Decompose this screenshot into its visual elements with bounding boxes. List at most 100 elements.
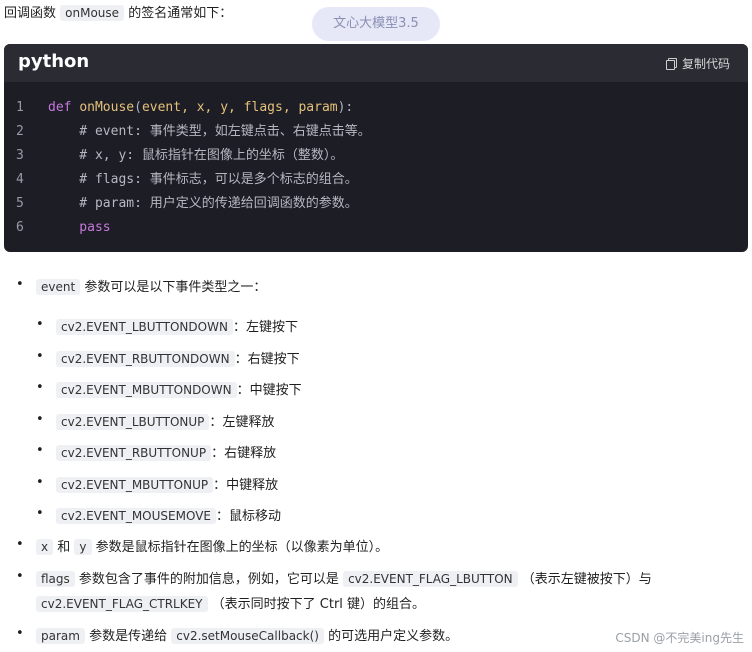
sub-bullet-dot: •	[36, 317, 44, 332]
event-desc: 中键按下	[249, 383, 302, 398]
bullet-dot: •	[16, 569, 24, 584]
bullet-dot: •	[16, 537, 24, 552]
sub-bullet-dot: •	[36, 380, 44, 395]
flags-bullet-line2: cv2.EVENT_FLAG_CTRLKEY （表示同时按下了 Ctrl 键）的…	[36, 593, 425, 612]
code-line: 2 # event: 事件类型，如左键点击、右键点击等。	[4, 120, 748, 144]
event-item: cv2.EVENT_RBUTTONUP ：右键释放	[56, 442, 276, 461]
event-desc: 左键释放	[222, 415, 275, 430]
xy-bullet: x 和 y 参数是鼠标指针在图像上的坐标（以像素为单位）。	[36, 536, 388, 555]
separator: ：	[234, 352, 248, 367]
sub-bullet-dot: •	[36, 506, 44, 521]
intro-suffix: 的签名通常如下：	[128, 6, 233, 21]
flags-text1: 参数包含了事件的附加信息，例如，它可以是	[78, 572, 339, 587]
code-block: python 复制代码 1 def onMouse(event, x, y, fl…	[4, 44, 748, 252]
watermark: CSDN @不完美ing先生	[615, 631, 744, 645]
event-item: cv2.EVENT_LBUTTONDOWN ：左键按下	[56, 316, 298, 335]
param-text2: 的可选用户定义参数。	[328, 629, 459, 644]
flag-ctrlkey-code: cv2.EVENT_FLAG_CTRLKEY	[36, 596, 208, 612]
event-type-code: cv2.EVENT_MBUTTONUP	[56, 477, 214, 493]
event-type-code: cv2.EVENT_MOUSEMOVE	[56, 508, 216, 524]
code-language: python	[18, 51, 90, 72]
and-text: 和	[57, 540, 71, 555]
line-number: 4	[16, 172, 24, 187]
code-content: # flags: 事件标志，可以是多个标志的组合。	[46, 168, 358, 192]
line-number: 3	[16, 148, 24, 163]
bullet-dot: •	[16, 277, 24, 292]
copy-label: 复制代码	[681, 57, 730, 71]
code-line: 5 # param: 用户定义的传递给回调函数的参数。	[4, 192, 748, 216]
param-bullet: param 参数是传递给 cv2.setMouseCallback() 的可选用…	[36, 625, 458, 644]
code-token: # x, y: 鼠标指针在图像上的坐标（整数）。	[48, 148, 344, 163]
y-code: y	[74, 539, 92, 555]
separator: ：	[232, 320, 246, 335]
x-code: x	[36, 539, 54, 555]
set-mouse-callback-code: cv2.setMouseCallback()	[171, 628, 324, 644]
event-item: cv2.EVENT_MOUSEMOVE ：鼠标移动	[56, 505, 281, 524]
code-token: ):	[337, 100, 354, 115]
flag-lbutton-code: cv2.EVENT_FLAG_LBUTTON	[343, 571, 518, 587]
event-desc: 右键按下	[247, 352, 300, 367]
event-type-code: cv2.EVENT_LBUTTONUP	[56, 414, 210, 430]
event-type-code: cv2.EVENT_RBUTTONDOWN	[56, 351, 235, 367]
code-line: 1 def onMouse(event, x, y, flags, param):	[4, 96, 748, 120]
bullet-dot: •	[16, 626, 24, 641]
event-item: cv2.EVENT_MBUTTONDOWN ：中键按下	[56, 379, 302, 398]
event-item: cv2.EVENT_RBUTTONDOWN ：右键按下	[56, 348, 300, 367]
code-token: pass	[48, 220, 111, 235]
code-line: 3 # x, y: 鼠标指针在图像上的坐标（整数）。	[4, 144, 748, 168]
event-bullet: event 参数可以是以下事件类型之一：	[36, 276, 266, 295]
param-text1: 参数是传递给	[89, 629, 168, 644]
event-desc: 右键释放	[224, 446, 277, 461]
sub-bullet-dot: •	[36, 412, 44, 427]
line-number: 6	[16, 220, 24, 235]
code-content: # event: 事件类型，如左键点击、右键点击等。	[46, 120, 371, 144]
code-line: 4 # flags: 事件标志，可以是多个标志的组合。	[4, 168, 748, 192]
event-text: 参数可以是以下事件类型之一：	[84, 280, 267, 295]
code-token: # event: 事件类型，如左键点击、右键点击等。	[48, 124, 371, 139]
code-content: # param: 用户定义的传递给回调函数的参数。	[46, 192, 358, 216]
separator: ：	[216, 509, 230, 524]
line-number: 5	[16, 196, 24, 211]
code-token: onMouse	[79, 100, 135, 115]
model-badge[interactable]: 文心大模型3.5	[312, 7, 440, 41]
code-header: python 复制代码	[4, 44, 748, 82]
intro-text: 回调函数 onMouse 的签名通常如下：	[4, 2, 232, 24]
code-token: def	[48, 100, 80, 115]
event-type-code: cv2.EVENT_LBUTTONDOWN	[56, 319, 233, 335]
code-token: # flags: 事件标志，可以是多个标志的组合。	[48, 172, 358, 187]
event-desc: 左键按下	[245, 320, 298, 335]
event-item: cv2.EVENT_LBUTTONUP ：左键释放	[56, 411, 274, 430]
flags-text2: （表示左键被按下）与	[521, 572, 652, 587]
code-content: # x, y: 鼠标指针在图像上的坐标（整数）。	[46, 144, 343, 168]
intro-code: onMouse	[60, 5, 125, 21]
separator: ：	[213, 478, 227, 493]
event-type-code: cv2.EVENT_RBUTTONUP	[56, 445, 212, 461]
xy-text: 参数是鼠标指针在图像上的坐标（以像素为单位）。	[95, 540, 389, 555]
flags-code: flags	[36, 571, 75, 587]
sub-bullet-dot: •	[36, 349, 44, 364]
line-number: 2	[16, 124, 24, 139]
copy-icon	[665, 58, 677, 70]
copy-code-button[interactable]: 复制代码	[665, 55, 730, 72]
code-body: 1 def onMouse(event, x, y, flags, param):…	[4, 96, 748, 240]
event-desc: 鼠标移动	[229, 509, 282, 524]
event-desc: 中键释放	[226, 478, 279, 493]
code-content: pass	[46, 216, 111, 240]
code-line: 6 pass	[4, 216, 748, 240]
intro-prefix: 回调函数	[4, 6, 57, 21]
sub-bullet-dot: •	[36, 475, 44, 490]
event-item: cv2.EVENT_MBUTTONUP ：中键释放	[56, 474, 278, 493]
flags-bullet-line1: flags 参数包含了事件的附加信息，例如，它可以是 cv2.EVENT_FLA…	[36, 568, 652, 587]
code-token: # param: 用户定义的传递给回调函数的参数。	[48, 196, 358, 211]
separator: ：	[209, 415, 223, 430]
flags-text3: （表示同时按下了 Ctrl 键）的组合。	[211, 597, 426, 612]
param-code: param	[36, 628, 85, 644]
separator: ：	[211, 446, 225, 461]
event-code: event	[36, 279, 81, 295]
event-type-code: cv2.EVENT_MBUTTONDOWN	[56, 382, 237, 398]
separator: ：	[236, 383, 250, 398]
code-token: (	[134, 100, 142, 115]
code-token: event, x, y, flags, param	[141, 100, 338, 115]
line-number: 1	[16, 100, 24, 115]
sub-bullet-dot: •	[36, 443, 44, 458]
